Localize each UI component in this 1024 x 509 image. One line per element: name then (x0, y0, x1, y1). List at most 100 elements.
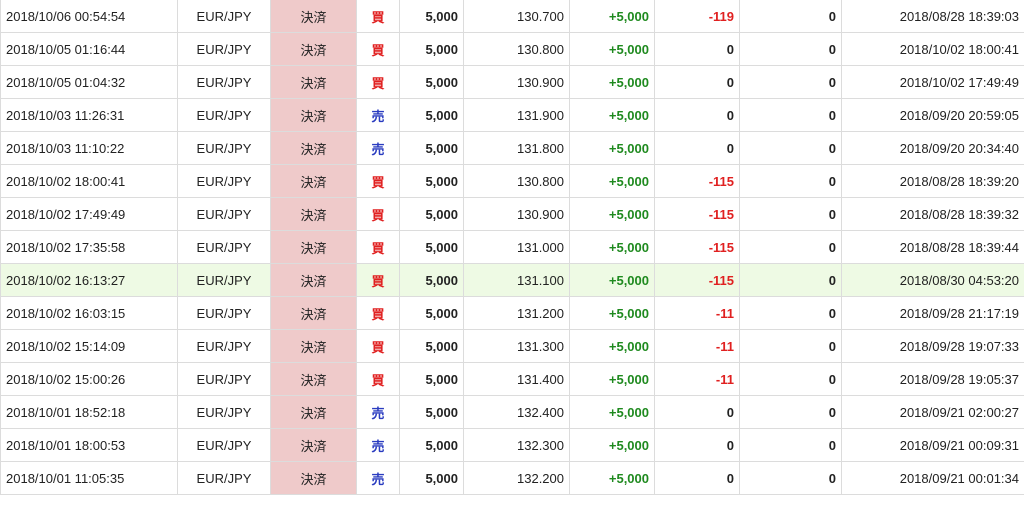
open-datetime-cell: 2018/09/21 00:09:31 (841, 428, 1024, 462)
trade-side-cell: 売 (356, 395, 400, 429)
table-row[interactable]: 2018/10/06 00:54:54 EUR/JPY 決済買 5,000 130.70… (0, 0, 1024, 33)
trade-status-cell: 決済 (270, 428, 357, 462)
profit-loss-cell: +5,000 (569, 296, 655, 330)
table-row[interactable]: 2018/10/03 11:10:22 EUR/JPY 決済売 5,000 131.80… (0, 131, 1024, 165)
trade-status-cell: 決済 (270, 0, 357, 33)
settlement-datetime-cell: 2018/10/02 16:03:15 (0, 296, 178, 330)
settlement-datetime-cell: 2018/10/06 00:54:54 (0, 0, 178, 33)
fee-cell: 0 (739, 131, 842, 165)
swap-cell: -115 (654, 197, 740, 231)
trade-side-cell: 買 (356, 362, 400, 396)
currency-pair-cell: EUR/JPY (177, 329, 271, 363)
open-datetime-cell: 2018/09/20 20:59:05 (841, 98, 1024, 132)
quantity-cell: 5,000 (399, 0, 464, 33)
fee-cell: 0 (739, 296, 842, 330)
trade-history-table: 2018/10/06 00:54:54 EUR/JPY 決済買 5,000 130.70… (0, 0, 1024, 495)
currency-pair-cell: EUR/JPY (177, 32, 271, 66)
fee-cell: 0 (739, 362, 842, 396)
quantity-cell: 5,000 (399, 131, 464, 165)
table-row[interactable]: 2018/10/02 18:00:41 EUR/JPY 決済買 5,000 130.80… (0, 164, 1024, 198)
open-datetime-cell: 2018/10/02 18:00:41 (841, 32, 1024, 66)
trade-status-cell: 決済 (270, 362, 357, 396)
quantity-cell: 5,000 (399, 65, 464, 99)
trade-side-cell: 売 (356, 98, 400, 132)
profit-loss-cell: +5,000 (569, 329, 655, 363)
trade-status-cell: 決済 (270, 263, 357, 297)
quantity-cell: 5,000 (399, 32, 464, 66)
settlement-datetime-cell: 2018/10/05 01:04:32 (0, 65, 178, 99)
open-datetime-cell: 2018/09/28 19:07:33 (841, 329, 1024, 363)
table-row[interactable]: 2018/10/01 18:00:53 EUR/JPY 決済売 5,000 132.30… (0, 428, 1024, 462)
table-row[interactable]: 2018/10/02 17:49:49 EUR/JPY 決済買 5,000 130.90… (0, 197, 1024, 231)
trade-rows: 2018/10/06 00:54:54 EUR/JPY 決済買 5,000 130.70… (0, 0, 1024, 495)
trade-side-cell: 買 (356, 329, 400, 363)
currency-pair-cell: EUR/JPY (177, 65, 271, 99)
profit-loss-cell: +5,000 (569, 362, 655, 396)
profit-loss-cell: +5,000 (569, 428, 655, 462)
fee-cell: 0 (739, 164, 842, 198)
trade-status-cell: 決済 (270, 296, 357, 330)
settlement-datetime-cell: 2018/10/02 17:49:49 (0, 197, 178, 231)
currency-pair-cell: EUR/JPY (177, 395, 271, 429)
currency-pair-cell: EUR/JPY (177, 131, 271, 165)
profit-loss-cell: +5,000 (569, 263, 655, 297)
trade-side-cell: 買 (356, 65, 400, 99)
swap-cell: -115 (654, 164, 740, 198)
execution-price-cell: 130.700 (463, 0, 570, 33)
fee-cell: 0 (739, 461, 842, 495)
quantity-cell: 5,000 (399, 329, 464, 363)
quantity-cell: 5,000 (399, 428, 464, 462)
swap-cell: -11 (654, 362, 740, 396)
table-row[interactable]: 2018/10/02 16:03:15 EUR/JPY 決済買 5,000 131.20… (0, 296, 1024, 330)
table-row[interactable]: 2018/10/02 15:00:26 EUR/JPY 決済買 5,000 131.40… (0, 362, 1024, 396)
execution-price-cell: 131.000 (463, 230, 570, 264)
trade-status-cell: 決済 (270, 461, 357, 495)
profit-loss-cell: +5,000 (569, 98, 655, 132)
fee-cell: 0 (739, 428, 842, 462)
profit-loss-cell: +5,000 (569, 461, 655, 495)
table-row[interactable]: 2018/10/03 11:26:31 EUR/JPY 決済売 5,000 131.90… (0, 98, 1024, 132)
trade-side-cell: 売 (356, 461, 400, 495)
swap-cell: 0 (654, 98, 740, 132)
quantity-cell: 5,000 (399, 164, 464, 198)
trade-side-cell: 買 (356, 164, 400, 198)
trade-status-cell: 決済 (270, 395, 357, 429)
fee-cell: 0 (739, 230, 842, 264)
swap-cell: -11 (654, 329, 740, 363)
table-row[interactable]: 2018/10/05 01:16:44 EUR/JPY 決済買 5,000 130.80… (0, 32, 1024, 66)
quantity-cell: 5,000 (399, 263, 464, 297)
swap-cell: 0 (654, 131, 740, 165)
swap-cell: -11 (654, 296, 740, 330)
table-row[interactable]: 2018/10/01 18:52:18 EUR/JPY 決済売 5,000 132.40… (0, 395, 1024, 429)
table-row[interactable]: 2018/10/02 17:35:58 EUR/JPY 決済買 5,000 131.00… (0, 230, 1024, 264)
open-datetime-cell: 2018/08/28 18:39:32 (841, 197, 1024, 231)
fee-cell: 0 (739, 395, 842, 429)
table-row[interactable]: 2018/10/02 16:13:27 EUR/JPY 決済買 5,000 131.10… (0, 263, 1024, 297)
trade-status-cell: 決済 (270, 329, 357, 363)
swap-cell: 0 (654, 32, 740, 66)
swap-cell: 0 (654, 428, 740, 462)
currency-pair-cell: EUR/JPY (177, 428, 271, 462)
currency-pair-cell: EUR/JPY (177, 98, 271, 132)
table-row[interactable]: 2018/10/01 11:05:35 EUR/JPY 決済売 5,000 132.20… (0, 461, 1024, 495)
table-row[interactable]: 2018/10/05 01:04:32 EUR/JPY 決済買 5,000 130.90… (0, 65, 1024, 99)
settlement-datetime-cell: 2018/10/02 15:00:26 (0, 362, 178, 396)
profit-loss-cell: +5,000 (569, 131, 655, 165)
open-datetime-cell: 2018/08/30 04:53:20 (841, 263, 1024, 297)
fee-cell: 0 (739, 197, 842, 231)
fee-cell: 0 (739, 98, 842, 132)
fee-cell: 0 (739, 0, 842, 33)
trade-status-cell: 決済 (270, 197, 357, 231)
profit-loss-cell: +5,000 (569, 65, 655, 99)
execution-price-cell: 130.800 (463, 164, 570, 198)
fee-cell: 0 (739, 32, 842, 66)
quantity-cell: 5,000 (399, 461, 464, 495)
execution-price-cell: 131.200 (463, 296, 570, 330)
currency-pair-cell: EUR/JPY (177, 461, 271, 495)
trade-side-cell: 買 (356, 32, 400, 66)
trade-status-cell: 決済 (270, 98, 357, 132)
profit-loss-cell: +5,000 (569, 230, 655, 264)
execution-price-cell: 131.300 (463, 329, 570, 363)
table-row[interactable]: 2018/10/02 15:14:09 EUR/JPY 決済買 5,000 131.30… (0, 329, 1024, 363)
profit-loss-cell: +5,000 (569, 0, 655, 33)
